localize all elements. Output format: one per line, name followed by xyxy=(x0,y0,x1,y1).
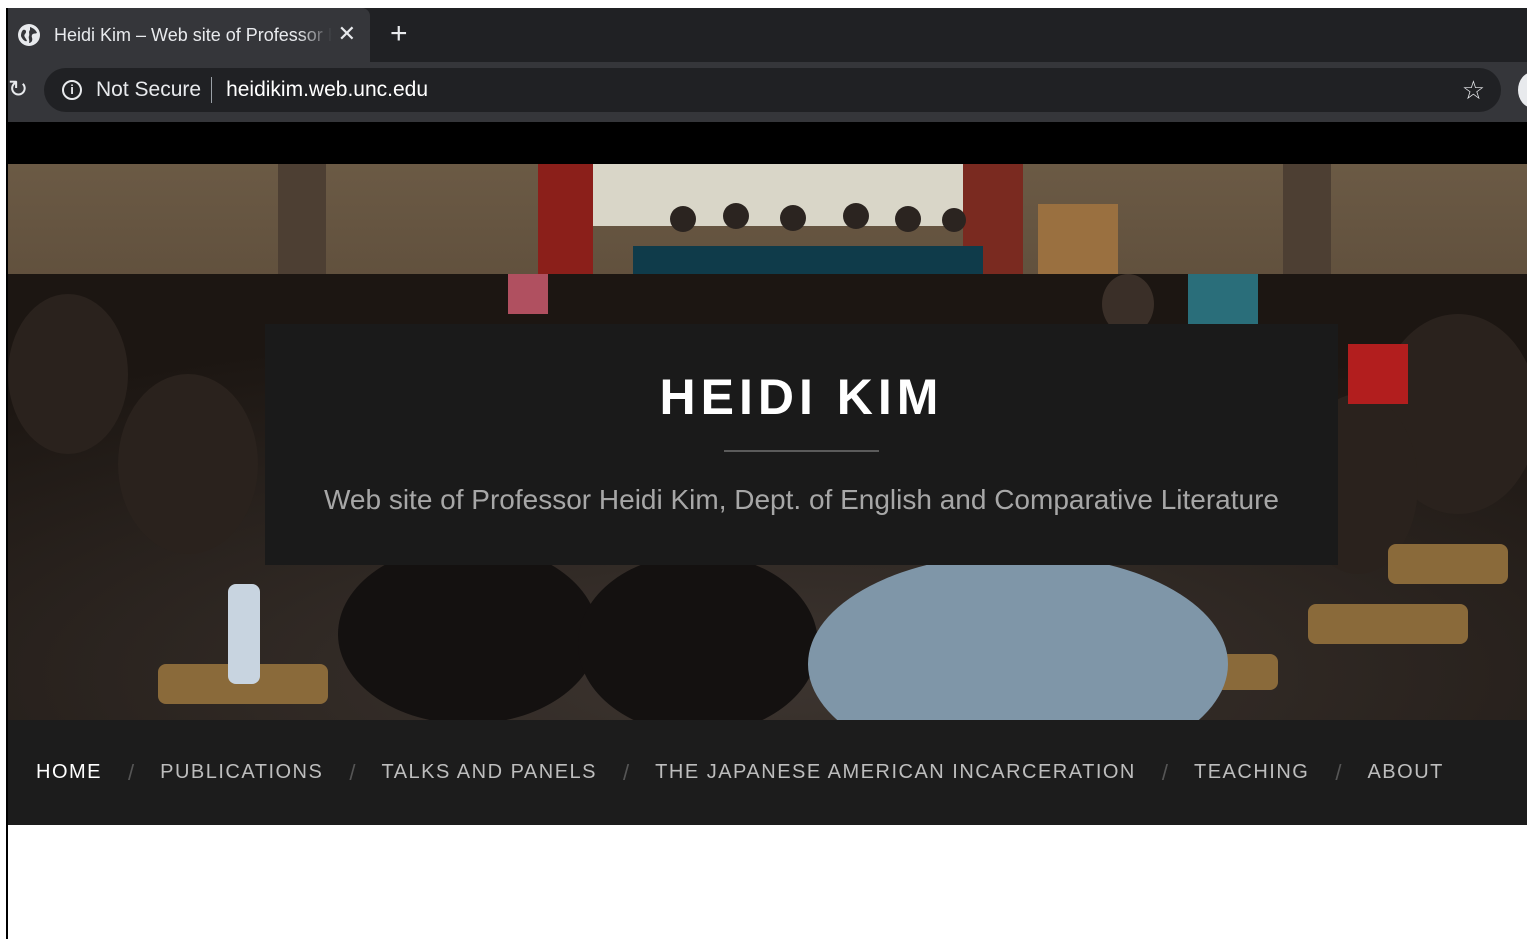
nav-separator: / xyxy=(349,759,356,785)
address-bar[interactable]: i Not Secure heidikim.web.unc.edu ☆ xyxy=(44,68,1501,112)
browser-tab[interactable]: Heidi Kim – Web site of Professor Heidi … xyxy=(8,8,370,62)
nav-item-publications[interactable]: PUBLICATIONS xyxy=(160,761,323,784)
browser-tabbar: Heidi Kim – Web site of Professor Heidi … xyxy=(8,8,1527,62)
nav-separator: / xyxy=(1161,759,1168,785)
security-label[interactable]: Not Secure xyxy=(96,78,201,102)
page-content-area xyxy=(8,825,1527,939)
nav-separator: / xyxy=(128,759,135,785)
nav-item-teaching[interactable]: TEACHING xyxy=(1194,761,1309,784)
profile-avatar[interactable] xyxy=(1518,72,1527,108)
plus-icon[interactable]: + xyxy=(390,17,408,51)
nav-item-about[interactable]: ABOUT xyxy=(1367,761,1443,784)
title-divider xyxy=(724,450,879,452)
site-title[interactable]: HEIDI KIM xyxy=(265,368,1338,426)
address-divider xyxy=(211,77,213,103)
page-top-bar xyxy=(8,122,1527,164)
nav-item-japanese-american-incarceration[interactable]: THE JAPANESE AMERICAN INCARCERATION xyxy=(655,761,1136,784)
site-title-box: HEIDI KIM Web site of Professor Heidi Ki… xyxy=(265,324,1338,565)
screenshot-top-margin xyxy=(0,0,1527,8)
site-tagline: Web site of Professor Heidi Kim, Dept. o… xyxy=(323,484,1280,515)
globe-icon xyxy=(18,24,40,46)
browser-toolbar: ↻ i Not Secure heidikim.web.unc.edu ☆ xyxy=(8,62,1527,122)
nav-separator: / xyxy=(1335,759,1342,785)
close-icon[interactable]: ✕ xyxy=(338,21,356,47)
primary-navigation: HOME / PUBLICATIONS / TALKS AND PANELS /… xyxy=(8,720,1527,825)
url-text[interactable]: heidikim.web.unc.edu xyxy=(226,78,428,102)
nav-item-home[interactable]: HOME xyxy=(36,761,102,784)
star-icon[interactable]: ☆ xyxy=(1462,75,1485,105)
reload-icon[interactable]: ↻ xyxy=(8,76,28,104)
tab-title: Heidi Kim – Web site of Professor Heidi … xyxy=(54,24,332,45)
nav-item-talks-and-panels[interactable]: TALKS AND PANELS xyxy=(381,761,597,784)
nav-separator: / xyxy=(623,759,630,785)
info-icon[interactable]: i xyxy=(62,80,82,100)
